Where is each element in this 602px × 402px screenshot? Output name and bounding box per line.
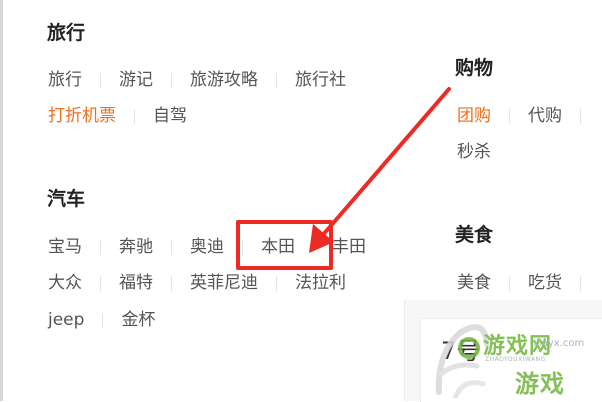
annotation-arrow-icon [309, 87, 451, 253]
